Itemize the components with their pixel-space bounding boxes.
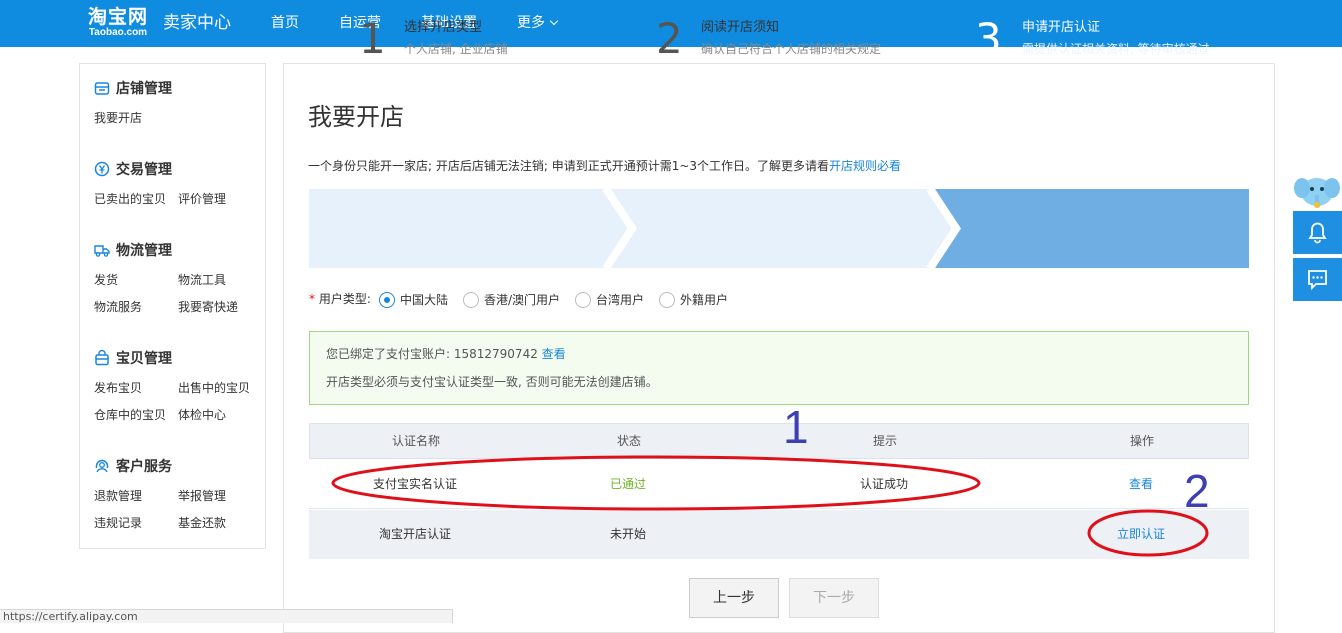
annotation-number-two: 2 [1184,465,1210,517]
chat-icon [1308,270,1327,291]
annotation-number-one: 1 [783,401,809,453]
annotation-layer [331,455,1209,557]
bell-icon [1308,222,1327,244]
notification-button[interactable] [1293,211,1342,254]
elephant-mascot-icon[interactable] [1293,168,1342,212]
annotation-ellipse-start-auth [1087,509,1209,557]
message-button[interactable] [1293,258,1342,301]
annotation-ellipse-row-1 [331,455,981,511]
